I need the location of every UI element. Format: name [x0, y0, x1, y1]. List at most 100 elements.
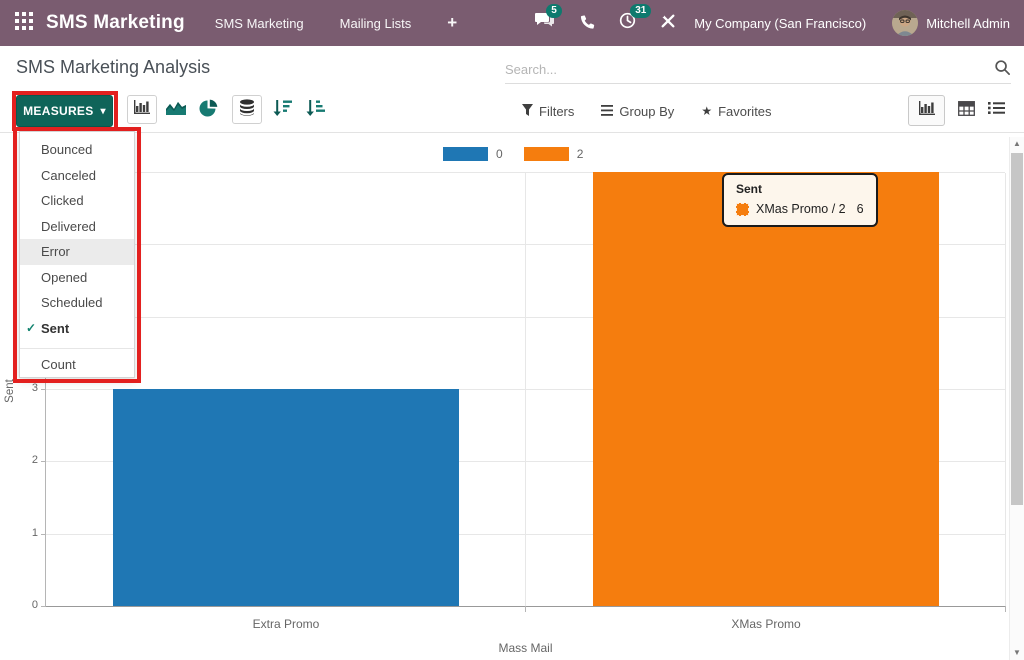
- measures-menu-item[interactable]: Error: [20, 239, 134, 265]
- pie-chart-mode-button[interactable]: [199, 99, 218, 123]
- tooltip-swatch: [736, 203, 749, 216]
- sort-amount-asc-icon: [306, 99, 326, 122]
- phone-icon: [579, 13, 595, 34]
- legend-entry[interactable]: 2: [524, 147, 584, 161]
- bar-xmas-promo[interactable]: [593, 172, 939, 606]
- area-chart-icon: [166, 100, 186, 120]
- database-icon: [239, 99, 255, 121]
- group-by-icon: [601, 104, 613, 119]
- tools-icon: [660, 13, 676, 34]
- app-title[interactable]: SMS Marketing: [46, 12, 185, 34]
- nav-menu: SMS Marketing Mailing Lists +: [215, 13, 457, 33]
- filters-button[interactable]: Filters: [522, 104, 574, 119]
- bar-extra-promo[interactable]: [113, 389, 459, 606]
- y-tick-mark: [41, 389, 46, 390]
- user-menu[interactable]: Mitchell Admin: [892, 10, 1010, 36]
- company-switcher[interactable]: My Company (San Francisco): [694, 16, 866, 31]
- search-box: [505, 56, 1011, 84]
- scroll-down-arrow[interactable]: ▼: [1010, 646, 1024, 660]
- control-panel-top: SMS Marketing Analysis: [0, 46, 1024, 90]
- activities-button[interactable]: 31: [619, 12, 636, 34]
- apps-menu-button[interactable]: [0, 12, 46, 35]
- measures-menu-item[interactable]: ✓Sent: [20, 316, 134, 342]
- check-icon: ✓: [26, 316, 36, 342]
- legend-label: 0: [496, 147, 503, 161]
- y-tick-label: 2: [18, 454, 38, 466]
- measures-button[interactable]: MEASURES ▾: [16, 95, 113, 127]
- measures-menu-count-item[interactable]: Count: [20, 352, 134, 378]
- measures-menu-item[interactable]: Clicked: [20, 188, 134, 214]
- y-tick-label: 0: [18, 599, 38, 611]
- bar-chart-icon: [134, 100, 150, 119]
- scrollbar-thumb[interactable]: [1011, 153, 1023, 505]
- search-icon[interactable]: [994, 59, 1011, 81]
- star-icon: ★: [701, 104, 712, 118]
- messages-button[interactable]: 5: [535, 12, 555, 34]
- measures-menu-item[interactable]: Canceled: [20, 163, 134, 189]
- y-tick-label: 1: [18, 527, 38, 539]
- page-title: SMS Marketing Analysis: [16, 57, 210, 78]
- chart-legend: 02: [443, 147, 583, 161]
- sort-amount-desc-icon: [273, 99, 293, 122]
- sort-ascending-button[interactable]: [306, 99, 326, 122]
- x-tick-label: XMas Promo: [686, 617, 846, 631]
- y-tick-label: 3: [18, 382, 38, 394]
- tooltip-label: XMas Promo / 2: [756, 202, 846, 216]
- tooltip-value: 6: [857, 202, 864, 216]
- favorites-label: Favorites: [718, 104, 771, 119]
- x-tick-mark: [1005, 606, 1006, 612]
- systray: 5 31: [535, 12, 676, 34]
- messages-badge: 5: [546, 4, 562, 18]
- stacked-toggle-button[interactable]: [232, 95, 262, 124]
- pivot-view-icon: [958, 101, 975, 121]
- menu-separator: [20, 348, 134, 349]
- measures-dropdown-menu: BouncedCanceledClickedDeliveredErrorOpen…: [19, 131, 135, 378]
- tooltip-title: Sent: [736, 182, 864, 196]
- gridline: [1005, 173, 1006, 606]
- view-switcher: [908, 95, 1005, 126]
- legend-entry[interactable]: 0: [443, 147, 503, 161]
- user-name: Mitchell Admin: [926, 16, 1010, 31]
- measures-menu-item[interactable]: Opened: [20, 265, 134, 291]
- chart-plot-area: Mass Mail 0123456Extra PromoXMas Promo: [45, 173, 1005, 607]
- pivot-view-button[interactable]: [958, 101, 975, 121]
- y-tick-mark: [41, 534, 46, 535]
- filter-funnel-icon: [522, 104, 533, 119]
- scroll-up-arrow[interactable]: ▲: [1010, 137, 1024, 151]
- graph-view-content: 02 Sent Mass Mail 0123456Extra PromoXMas…: [0, 133, 1024, 660]
- caret-down-icon: ▾: [101, 106, 106, 117]
- legend-swatch: [443, 147, 488, 161]
- nav-menu-item[interactable]: +: [447, 13, 457, 33]
- x-axis-title: Mass Mail: [46, 641, 1005, 655]
- list-view-icon: [988, 101, 1005, 120]
- line-chart-mode-button[interactable]: [166, 100, 186, 120]
- sort-descending-button[interactable]: [273, 99, 293, 122]
- filters-label: Filters: [539, 104, 574, 119]
- group-by-button[interactable]: Group By: [601, 104, 674, 119]
- measures-menu-item[interactable]: Bounced: [20, 137, 134, 163]
- y-tick-mark: [41, 606, 46, 607]
- measures-menu-item[interactable]: Scheduled: [20, 290, 134, 316]
- pie-chart-icon: [199, 99, 218, 123]
- search-input[interactable]: [505, 62, 994, 77]
- nav-menu-item[interactable]: Mailing Lists: [340, 16, 412, 31]
- bar-chart-mode-button[interactable]: [127, 95, 157, 124]
- measures-button-label: MEASURES: [23, 104, 93, 118]
- favorites-button[interactable]: ★ Favorites: [701, 104, 771, 119]
- legend-swatch: [524, 147, 569, 161]
- search-facets: Filters Group By ★ Favorites: [522, 90, 772, 132]
- top-navbar: SMS Marketing SMS Marketing Mailing Lists…: [0, 0, 1024, 46]
- debug-tools-button[interactable]: [660, 13, 676, 34]
- chart-tooltip: Sent XMas Promo / 2 6: [722, 173, 878, 227]
- list-view-button[interactable]: [988, 101, 1005, 120]
- nav-menu-item[interactable]: SMS Marketing: [215, 16, 304, 31]
- vertical-scrollbar[interactable]: ▲ ▼: [1009, 137, 1024, 660]
- voip-button[interactable]: [579, 13, 595, 34]
- activities-badge: 31: [630, 4, 651, 18]
- user-avatar: [892, 10, 918, 36]
- y-axis-title: Sent: [4, 371, 16, 411]
- measures-menu-item[interactable]: Delivered: [20, 214, 134, 240]
- graph-view-button[interactable]: [908, 95, 945, 126]
- y-tick-mark: [41, 461, 46, 462]
- graph-view-icon: [919, 101, 935, 120]
